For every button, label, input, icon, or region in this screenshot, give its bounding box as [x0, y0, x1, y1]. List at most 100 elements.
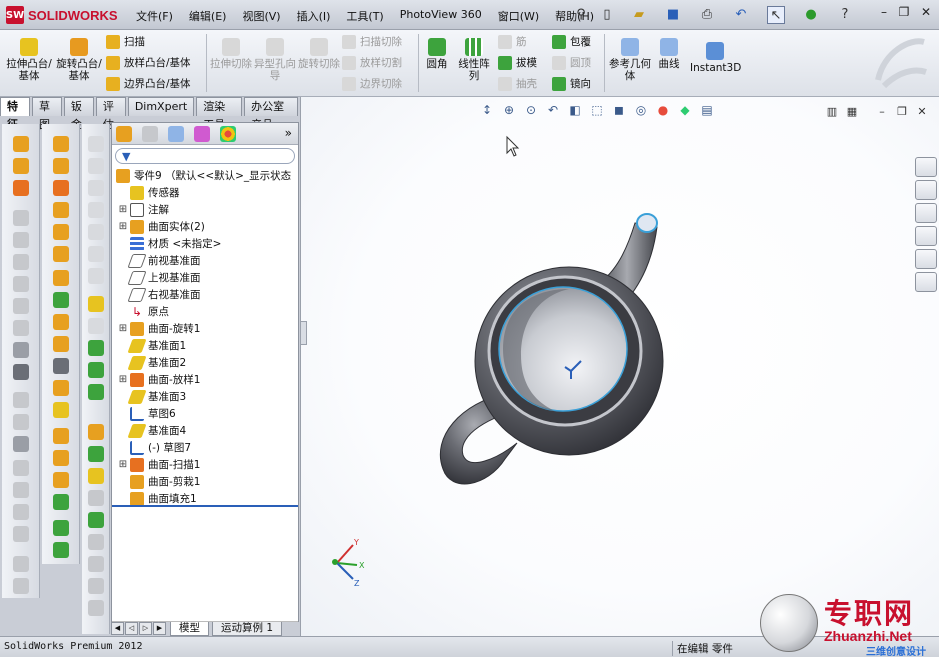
teapot-model[interactable] [421, 197, 681, 517]
planar-surface-icon[interactable] [52, 270, 69, 286]
tab-motion-study[interactable]: 运动算例 1 [212, 622, 283, 636]
display-relations-icon[interactable] [87, 362, 104, 378]
boundary-cut-icon[interactable] [12, 320, 29, 336]
replace-face-icon[interactable] [52, 380, 69, 396]
hole-icon[interactable] [12, 232, 29, 248]
view-orientation-icon[interactable]: ⬚ [586, 103, 608, 119]
ruled-surface-icon[interactable] [52, 314, 69, 330]
sweep-cut-icon[interactable] [12, 276, 29, 292]
split-icon[interactable] [12, 460, 29, 476]
menu-file[interactable]: 文件(F) [128, 8, 181, 24]
trim-surface-icon[interactable] [52, 428, 69, 444]
menu-tools[interactable]: 工具(T) [338, 8, 391, 24]
tab-evaluate[interactable]: 评估 [95, 97, 126, 131]
document-restore-icon[interactable]: ❐ [895, 105, 909, 119]
wrap-button[interactable]: 包覆 [552, 34, 591, 49]
sweep-icon[interactable] [12, 180, 29, 196]
tab-office-products[interactable]: 办公室产品 [244, 97, 298, 131]
property-manager-tab-icon[interactable] [142, 126, 158, 142]
knit-surface-icon[interactable] [52, 472, 69, 488]
offset-surface-icon[interactable] [52, 292, 69, 308]
deform-icon[interactable] [12, 578, 29, 594]
tab-scroll-prev-icon[interactable]: ◁ [125, 622, 138, 635]
view-palette-icon[interactable] [915, 226, 937, 246]
expand-chevron-icon[interactable]: » [285, 126, 292, 140]
tab-dimxpert[interactable]: DimXpert [127, 97, 195, 116]
ref-geometry-button[interactable]: 参考几何体 [608, 38, 652, 82]
surface-revolve-icon[interactable] [52, 158, 69, 174]
instant3d-button[interactable]: Instant3D [690, 42, 741, 74]
tree-expander[interactable]: ⊞ [118, 221, 128, 232]
extrude-cut-button[interactable]: 拉伸切除 [210, 38, 252, 70]
pin-icon[interactable]: ⚲ [572, 6, 590, 24]
menu-view[interactable]: 视图(V) [234, 8, 288, 24]
curve-icon[interactable] [52, 542, 69, 558]
shell-button[interactable]: 抽壳 [498, 76, 537, 91]
tree-expander[interactable]: ⊞ [118, 204, 128, 215]
tab-model[interactable]: 模型 [170, 622, 209, 636]
convert-entities-icon[interactable] [87, 468, 104, 484]
linear-pattern-button[interactable]: 线性阵列 [454, 38, 494, 82]
dome-icon[interactable] [12, 342, 29, 358]
untrim-surface-icon[interactable] [52, 450, 69, 466]
filled-surface-icon[interactable] [52, 246, 69, 262]
cut-icon[interactable] [12, 210, 29, 226]
tab-sheet-metal[interactable]: 钣金 [63, 97, 94, 131]
mirror-entities-icon[interactable] [87, 534, 104, 550]
view-back-icon[interactable] [87, 158, 104, 174]
panel-collapse-handle[interactable] [301, 321, 307, 345]
tree-expander[interactable]: ⊞ [118, 323, 128, 334]
tab-scroll-first-icon[interactable]: ◀ [111, 622, 124, 635]
zoom-area-icon[interactable]: ⊙ [520, 103, 542, 119]
graphics-area[interactable]: ↕ ⊕ ⊙ ↶ ◧ ⬚ ◼ ◎ ● ◆ ▤ ▥ ▦ – ❐ ✕ Y X Z [300, 97, 939, 636]
tree-item-origin[interactable]: ↳ 原点 [118, 303, 169, 320]
tab-scroll-last-icon[interactable]: ▶ [153, 622, 166, 635]
surface-loft-icon[interactable] [52, 202, 69, 218]
thicken-icon[interactable] [52, 494, 69, 510]
revolve-cut-icon[interactable] [12, 254, 29, 270]
tree-item-surface-trim1[interactable]: 曲面-剪栽1 [118, 473, 200, 490]
tree-item-plane3[interactable]: 基准面3 [118, 388, 186, 405]
spline-icon[interactable] [87, 446, 104, 462]
restore-icon[interactable]: ❐ [896, 5, 912, 21]
sweep-button[interactable]: 扫描 [106, 34, 145, 49]
feature-manager-tab-icon[interactable] [116, 126, 132, 142]
freeform-icon[interactable] [12, 556, 29, 572]
boss-icon[interactable] [12, 136, 29, 152]
tree-item-sketch6[interactable]: 草图6 [118, 405, 176, 422]
custom-properties-icon[interactable] [915, 272, 937, 292]
rib-icon[interactable] [12, 414, 29, 430]
rotate-entities-icon[interactable] [87, 600, 104, 616]
loft-cut-icon[interactable] [12, 298, 29, 314]
move-entities-icon[interactable] [87, 578, 104, 594]
file-explorer-icon[interactable] [915, 203, 937, 223]
delete-face-icon[interactable] [52, 358, 69, 374]
boundary-boss-button[interactable]: 边界凸台/基体 [106, 76, 191, 91]
tab-features[interactable]: 特征 [0, 97, 30, 131]
tree-item-surface-sweep1[interactable]: ⊞ 曲面-扫描1 [118, 456, 200, 473]
appearances-scenes-icon[interactable] [915, 249, 937, 269]
tree-item-right-plane[interactable]: 右视基准面 [118, 286, 201, 303]
viewport-split-icon[interactable]: ▥ [825, 105, 839, 119]
design-library-icon[interactable] [915, 180, 937, 200]
combine-icon[interactable] [12, 504, 29, 520]
revolve-boss-button[interactable]: 旋转凸台/基体 [56, 38, 102, 82]
surface-sweep-icon[interactable] [52, 180, 69, 196]
teapot-spout-opening[interactable] [636, 213, 658, 233]
previous-view-icon[interactable]: ↕ [476, 103, 498, 119]
rollback-bar[interactable] [112, 505, 298, 507]
rebuild-traffic-light-icon[interactable]: ● [802, 6, 820, 24]
dimxpert-manager-tab-icon[interactable] [194, 126, 210, 142]
open-folder-icon[interactable]: ▰ [630, 6, 648, 24]
viewport-link-icon[interactable]: ▦ [845, 105, 859, 119]
fillet-button[interactable]: 圆角 [422, 38, 452, 70]
wrap-icon[interactable] [12, 436, 29, 452]
tree-item-front-plane[interactable]: 前视基准面 [118, 252, 201, 269]
extrude-boss-button[interactable]: 拉伸凸台/基体 [6, 38, 52, 82]
offset-entities-icon[interactable] [87, 490, 104, 506]
intersect-icon[interactable] [12, 526, 29, 542]
dome-button[interactable]: 圆顶 [552, 55, 591, 70]
tree-item-surface-bodies[interactable]: ⊞ 曲面实体(2) [118, 218, 205, 235]
sketch-point-icon[interactable] [52, 520, 69, 536]
move-face-icon[interactable] [12, 482, 29, 498]
